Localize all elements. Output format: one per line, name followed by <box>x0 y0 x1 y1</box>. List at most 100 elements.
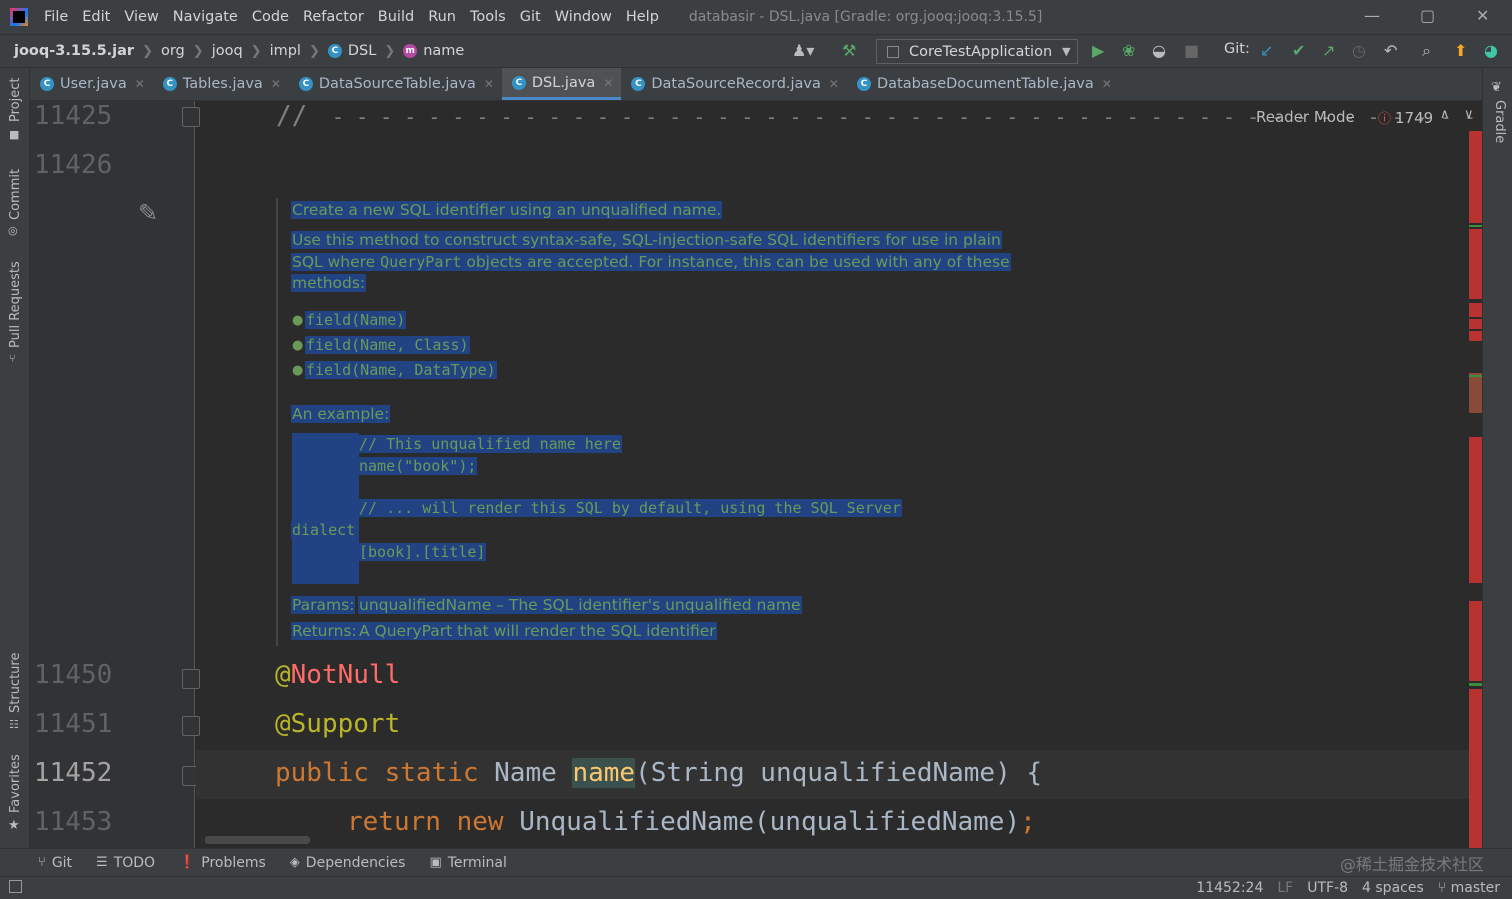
doc-code-block-selection <box>292 433 359 584</box>
close-icon[interactable]: ✕ <box>135 77 145 91</box>
window-title: databasir - DSL.java [Gradle: org.jooq:j… <box>688 9 1043 25</box>
minimize-icon[interactable]: — <box>1364 6 1380 25</box>
indent-setting[interactable]: 4 spaces <box>1362 880 1424 896</box>
close-icon[interactable]: ✕ <box>271 77 281 91</box>
tab-datasourcerecord-java[interactable]: C DataSourceRecord.java ✕ <box>621 68 847 100</box>
maximize-icon[interactable]: ▢ <box>1420 6 1435 25</box>
tool-favorites[interactable]: Favorites <box>8 754 23 813</box>
git-push-icon[interactable]: ↗ <box>1322 40 1335 62</box>
doc-list-item[interactable]: field(Name) <box>305 311 407 329</box>
semicolon: ; <box>1020 807 1036 837</box>
edit-pencil-icon[interactable]: ✎ <box>138 199 158 227</box>
breadcrumb-method[interactable]: m name <box>403 43 464 59</box>
stop-icon[interactable]: ■ <box>1184 40 1199 62</box>
annotation-notnull[interactable]: NotNull <box>291 660 401 690</box>
tool-git[interactable]: ⑂ Git <box>38 855 72 871</box>
tool-gradle[interactable]: Gradle <box>1492 100 1507 143</box>
run-configuration-select[interactable]: CoreTestApplication ▼ <box>876 39 1078 64</box>
tool-dependencies[interactable]: ◈ Dependencies <box>290 855 406 871</box>
breadcrumb-class-label: DSL <box>347 43 377 59</box>
close-icon[interactable]: ✕ <box>829 77 839 91</box>
tab-user-java[interactable]: C User.java ✕ <box>30 68 153 100</box>
line-number-gutter: 11425 11426 ✎ 11450 11451 11452 11453 <box>30 101 195 848</box>
menu-run[interactable]: Run <box>428 9 456 25</box>
code-editor[interactable]: 11425 11426 ✎ 11450 11451 11452 11453 //… <box>30 101 1482 848</box>
close-icon[interactable]: ✕ <box>1102 77 1112 91</box>
menu-git[interactable]: Git <box>520 9 541 25</box>
git-update-icon[interactable]: ↙ <box>1260 40 1273 62</box>
navigation-bar: jooq-3.15.5.jar ❯ org ❯ jooq ❯ impl ❯ C … <box>0 34 1512 68</box>
close-window-icon[interactable]: ✕ <box>1476 6 1489 25</box>
search-icon[interactable]: ⌕ <box>1422 40 1431 62</box>
menu-window[interactable]: Window <box>555 9 612 25</box>
tab-label: DataSourceTable.java <box>318 76 476 92</box>
menu-view[interactable]: View <box>124 9 158 25</box>
git-branch[interactable]: ⑂ master <box>1438 880 1500 896</box>
menu-navigate[interactable]: Navigate <box>173 9 238 25</box>
doc-list-item[interactable]: field(Name, DataType) <box>305 361 497 379</box>
reader-mode-button[interactable]: Reader Mode <box>1256 108 1355 126</box>
breadcrumb-class[interactable]: C DSL <box>327 43 377 59</box>
next-error-icon[interactable]: ∨ <box>1464 107 1474 122</box>
tab-databasedocumenttable-java[interactable]: C DatabaseDocumentTable.java ✕ <box>847 68 1120 100</box>
pull-request-icon: ⑂ <box>9 352 16 365</box>
method-name[interactable]: name <box>572 758 636 788</box>
error-count-indicator[interactable]: ⓘ 1749 <box>1378 108 1433 127</box>
menu-file[interactable]: File <box>44 9 68 25</box>
tool-project[interactable]: Project <box>8 78 23 122</box>
previous-error-icon[interactable]: ∧ <box>1440 107 1450 122</box>
error-stripe[interactable] <box>1469 131 1482 848</box>
line-separator[interactable]: LF <box>1277 880 1293 896</box>
tool-problems[interactable]: ❗ Problems <box>179 855 266 871</box>
close-icon[interactable]: ✕ <box>603 76 613 90</box>
user-dropdown-icon[interactable]: ♟▾ <box>792 40 814 62</box>
file-encoding[interactable]: UTF-8 <box>1307 880 1348 896</box>
debug-bug-icon[interactable]: ❀ <box>1122 40 1135 62</box>
right-tool-stripe: ❦ Gradle <box>1482 68 1512 848</box>
tab-label: Tables.java <box>182 76 263 92</box>
tab-dsl-java[interactable]: C DSL.java ✕ <box>501 68 622 100</box>
tab-datasourcetable-java[interactable]: C DataSourceTable.java ✕ <box>289 68 502 100</box>
fold-marker-icon[interactable] <box>182 107 200 127</box>
breadcrumb-org[interactable]: org <box>161 43 185 59</box>
code-with-me-icon[interactable]: ◕ <box>1484 40 1498 62</box>
code-line-support[interactable]: @Support <box>275 709 400 739</box>
menu-build[interactable]: Build <box>378 9 414 25</box>
doc-paragraph-line: methods: <box>291 274 367 292</box>
annotation-at: @ <box>275 660 291 690</box>
horizontal-scrollbar[interactable] <box>205 836 310 844</box>
breadcrumb-separator-icon: ❯ <box>192 43 204 59</box>
menu-tools[interactable]: Tools <box>470 9 506 25</box>
build-hammer-icon[interactable]: ⚒ <box>842 40 856 62</box>
rollback-icon[interactable]: ↶ <box>1384 40 1397 62</box>
caret-position[interactable]: 11452:24 <box>1196 880 1263 896</box>
coverage-icon[interactable]: ◒ <box>1152 40 1166 62</box>
breadcrumb-jooq[interactable]: jooq <box>212 43 243 59</box>
tool-terminal[interactable]: ▣ Terminal <box>429 855 506 871</box>
breadcrumb-impl[interactable]: impl <box>270 43 301 59</box>
menu-refactor[interactable]: Refactor <box>303 9 364 25</box>
error-stripe-mark <box>1469 601 1482 681</box>
tool-pull-requests[interactable]: Pull Requests <box>8 261 23 348</box>
doc-params-label: Params: <box>291 596 356 614</box>
update-available-icon[interactable]: ⬆ <box>1454 40 1467 62</box>
menu-edit[interactable]: Edit <box>82 9 110 25</box>
close-icon[interactable]: ✕ <box>484 77 494 91</box>
tool-label: TODO <box>113 854 156 871</box>
git-branch-icon: ⑂ <box>38 855 46 870</box>
tool-todo[interactable]: ☰ TODO <box>96 855 155 871</box>
history-clock-icon[interactable]: ◷ <box>1352 40 1366 62</box>
run-icon[interactable]: ▶ <box>1092 40 1104 62</box>
tab-label: DSL.java <box>531 74 596 91</box>
menu-code[interactable]: Code <box>252 9 289 25</box>
tool-windows-toggle-icon[interactable] <box>9 880 22 893</box>
tool-commit[interactable]: Commit <box>8 169 23 220</box>
fold-marker-icon[interactable] <box>182 669 200 689</box>
menu-help[interactable]: Help <box>626 9 659 25</box>
tab-tables-java[interactable]: C Tables.java ✕ <box>153 68 289 100</box>
git-commit-check-icon[interactable]: ✔ <box>1292 40 1305 62</box>
fold-marker-icon[interactable] <box>182 716 200 736</box>
breadcrumb-jar[interactable]: jooq-3.15.5.jar <box>14 43 134 59</box>
tool-structure[interactable]: Structure <box>8 653 23 713</box>
doc-list-item[interactable]: field(Name, Class) <box>305 336 470 354</box>
